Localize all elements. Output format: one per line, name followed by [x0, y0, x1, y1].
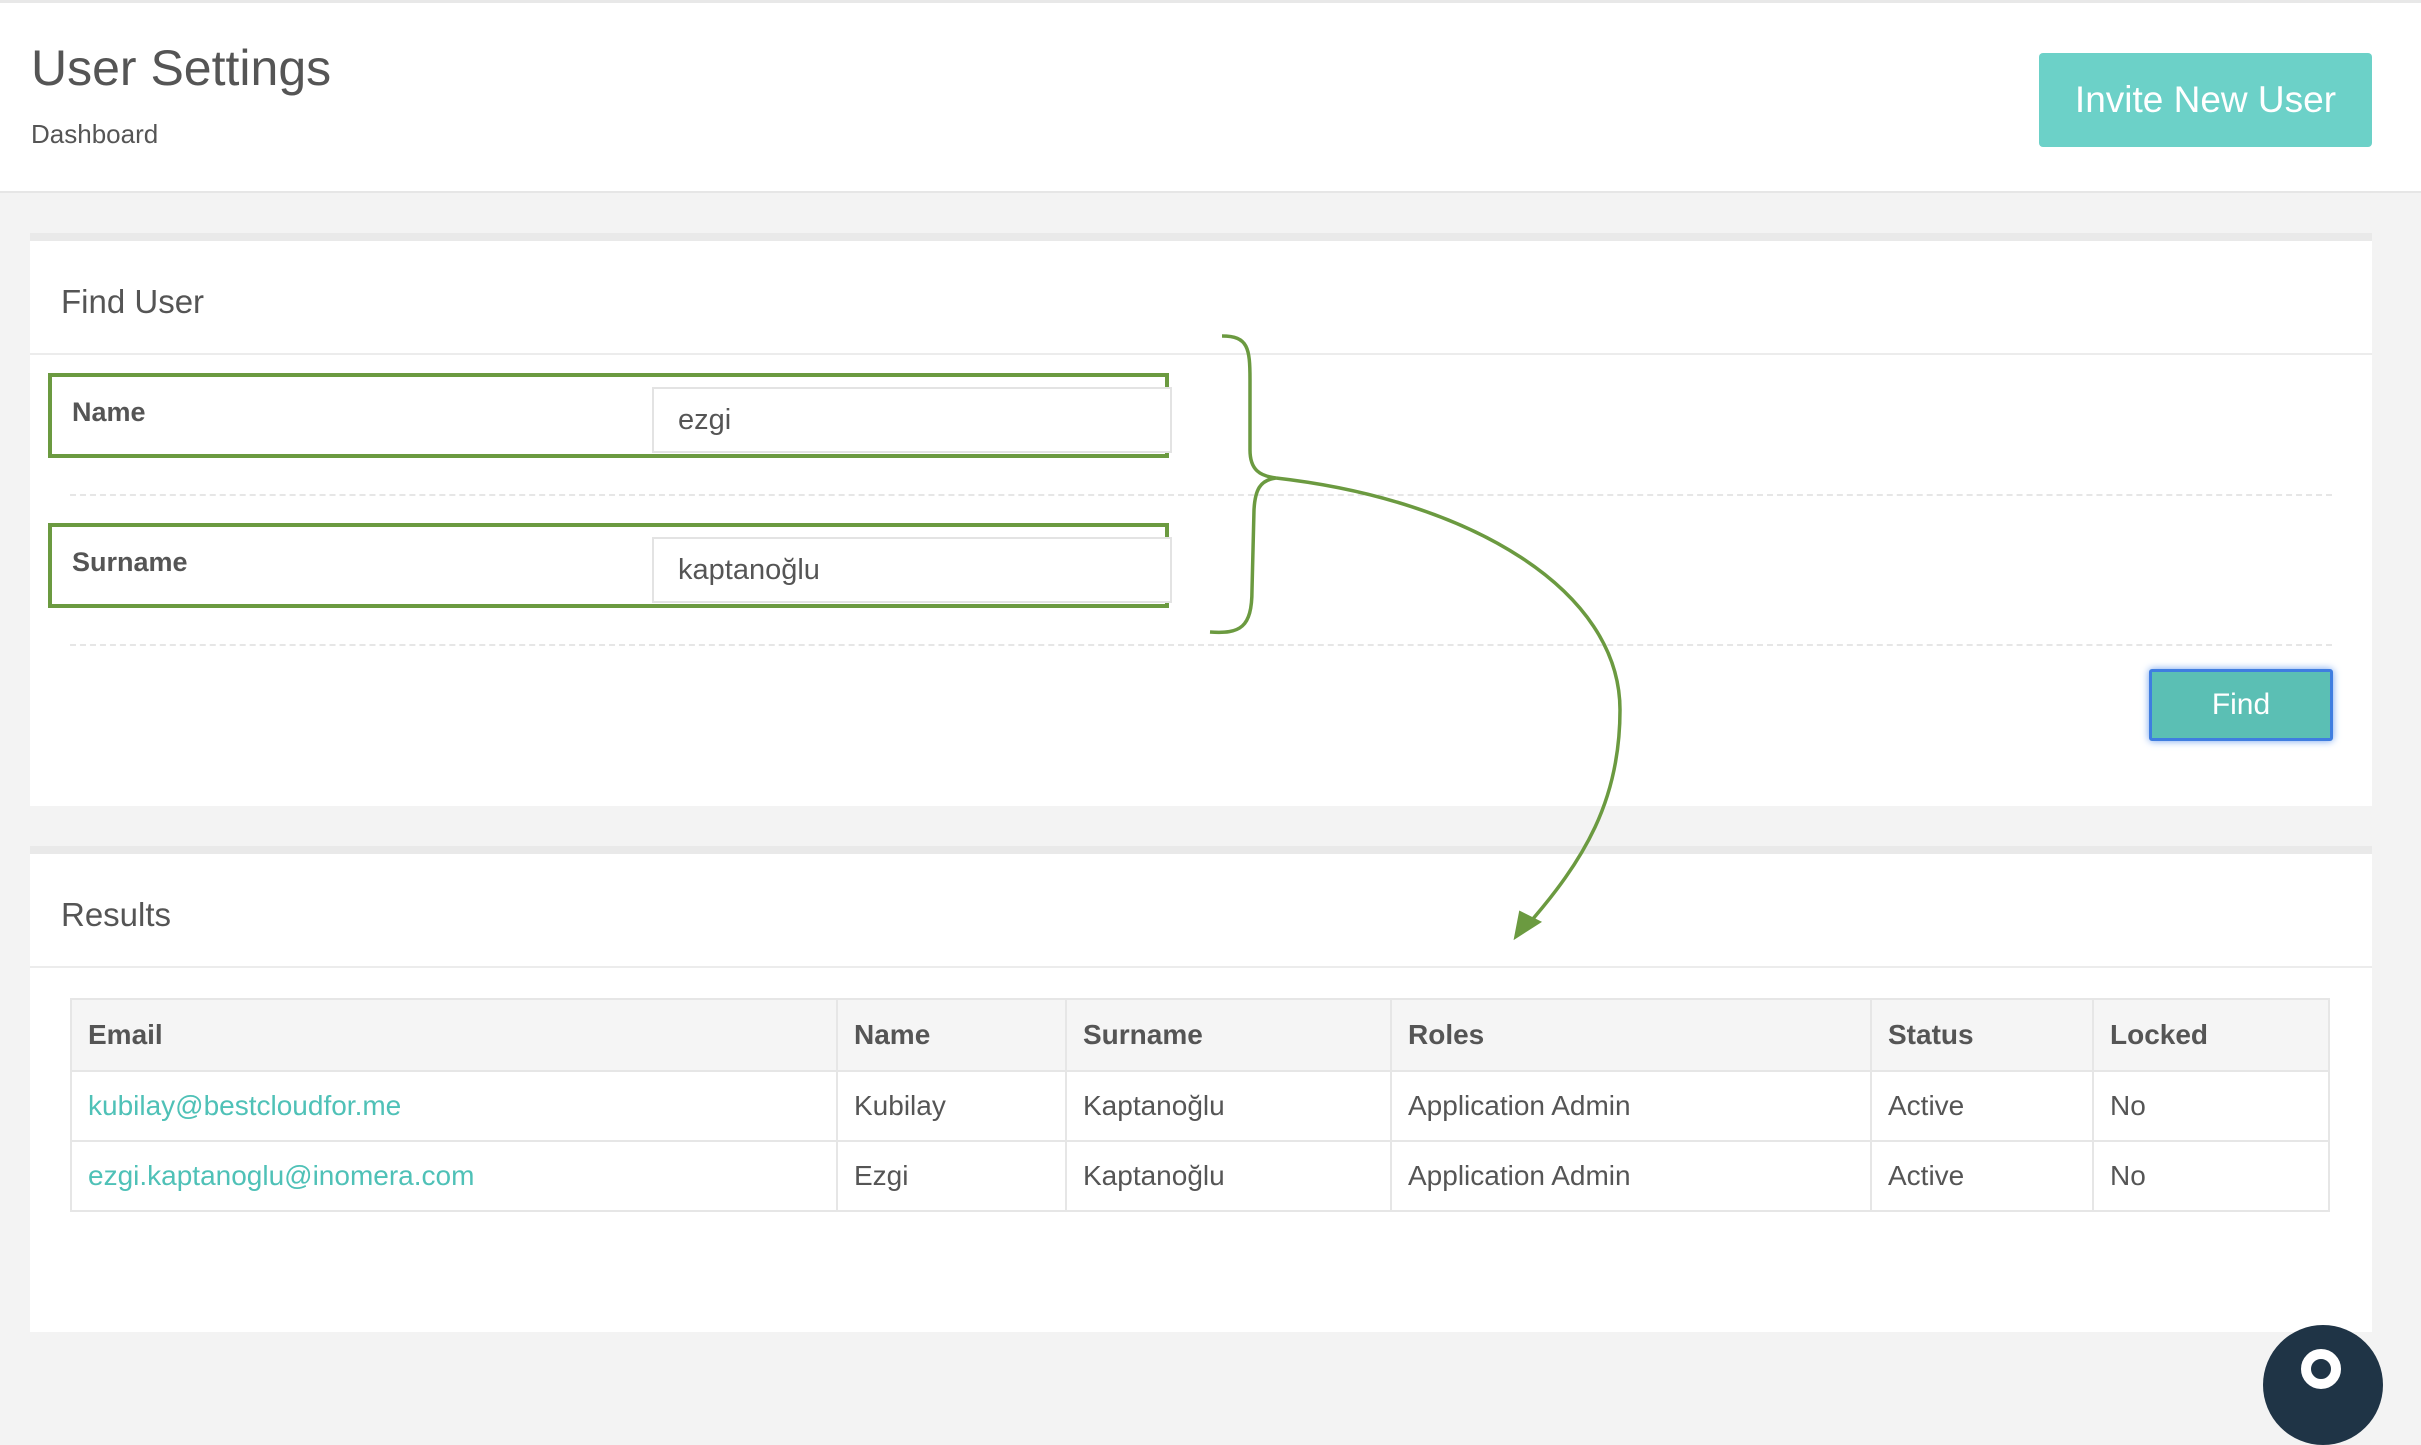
roles-cell: Application Admin	[1390, 1140, 1872, 1212]
surname-cell: Kaptanoğlu	[1065, 1140, 1392, 1212]
find-user-panel: Find User Name Surname Find	[30, 233, 2372, 806]
breadcrumb[interactable]: Dashboard	[31, 119, 158, 150]
name-input[interactable]	[652, 387, 1172, 453]
email-cell: kubilay@bestcloudfor.me	[70, 1070, 838, 1142]
page-header: User Settings Dashboard Invite New User	[0, 3, 2421, 193]
column-header-locked[interactable]: Locked	[2092, 998, 2330, 1072]
table-header-row: Email Name Surname Roles Status Locked	[70, 998, 2330, 1072]
surname-row: Surname	[48, 523, 1172, 608]
column-header-email[interactable]: Email	[70, 998, 838, 1072]
panel-divider	[30, 966, 2372, 968]
chat-bubble-icon[interactable]	[2263, 1325, 2383, 1445]
column-header-status[interactable]: Status	[1870, 998, 2094, 1072]
surname-label: Surname	[72, 547, 188, 577]
locked-cell: No	[2092, 1070, 2330, 1142]
column-header-name[interactable]: Name	[836, 998, 1067, 1072]
find-user-title: Find User	[61, 283, 205, 320]
locked-cell: No	[2092, 1140, 2330, 1212]
email-cell: ezgi.kaptanoglu@inomera.com	[70, 1140, 838, 1212]
email-link[interactable]: ezgi.kaptanoglu@inomera.com	[88, 1160, 474, 1191]
results-table: Email Name Surname Roles Status Locked k…	[70, 998, 2330, 1212]
panel-divider	[30, 353, 2372, 355]
status-cell: Active	[1870, 1140, 2094, 1212]
name-cell: Kubilay	[836, 1070, 1067, 1142]
page-title: User Settings	[31, 40, 332, 96]
column-header-surname[interactable]: Surname	[1065, 998, 1392, 1072]
email-link[interactable]: kubilay@bestcloudfor.me	[88, 1090, 401, 1121]
surname-cell: Kaptanoğlu	[1065, 1070, 1392, 1142]
results-title: Results	[61, 896, 172, 933]
roles-cell: Application Admin	[1390, 1070, 1872, 1142]
row-separator	[70, 494, 2332, 496]
table-row: kubilay@bestcloudfor.me Kubilay Kaptanoğ…	[70, 1070, 2330, 1142]
name-row: Name	[48, 373, 1172, 458]
results-panel: Results Email Name Surname Roles Status …	[30, 846, 2372, 1332]
name-cell: Ezgi	[836, 1140, 1067, 1212]
table-row: ezgi.kaptanoglu@inomera.com Ezgi Kaptano…	[70, 1140, 2330, 1212]
column-header-roles[interactable]: Roles	[1390, 998, 1872, 1072]
row-separator	[70, 644, 2332, 646]
find-button[interactable]: Find	[2149, 669, 2333, 741]
name-label: Name	[72, 397, 146, 427]
invite-new-user-button[interactable]: Invite New User	[2039, 53, 2372, 147]
status-cell: Active	[1870, 1070, 2094, 1142]
surname-input[interactable]	[652, 537, 1172, 603]
